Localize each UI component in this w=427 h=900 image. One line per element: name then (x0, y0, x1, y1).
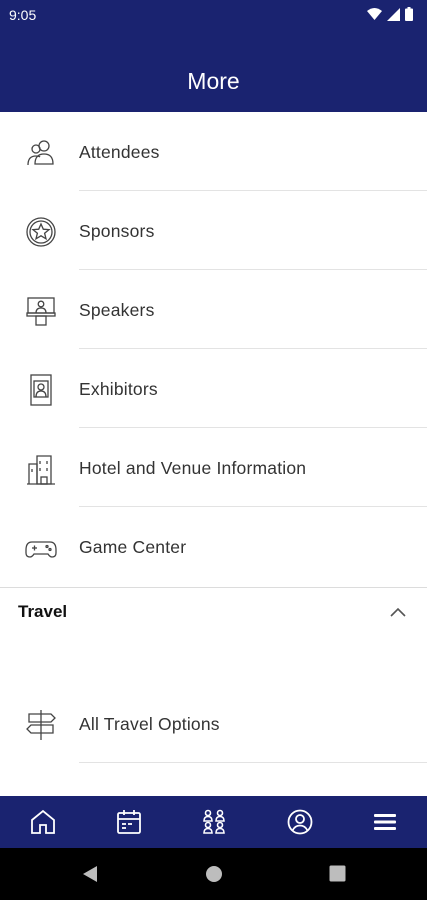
menu-item-game-center[interactable]: Game Center (0, 507, 427, 586)
more-menu-list[interactable]: Attendees Sponsors Speakers Exhibitors H… (0, 112, 427, 796)
nav-more[interactable] (371, 808, 399, 836)
status-bar: 9:05 (0, 0, 427, 30)
bottom-nav (0, 796, 427, 848)
chevron-up-icon[interactable] (389, 604, 407, 622)
home-icon (31, 809, 55, 834)
menu-item-sponsors[interactable]: Sponsors (0, 191, 427, 270)
menu-item-label: Sponsors (79, 221, 155, 241)
calendar-icon (117, 810, 141, 834)
app-header: More (0, 30, 427, 112)
status-time: 9:05 (9, 7, 37, 23)
signpost-icon (24, 708, 58, 742)
status-icons (367, 7, 413, 21)
signal-icon (387, 7, 400, 21)
nav-home[interactable] (29, 808, 57, 836)
menu-item-label: Hotel and Venue Information (79, 458, 307, 478)
battery-icon (405, 7, 413, 21)
menu-item-label: Exhibitors (79, 379, 158, 399)
star-badge-icon (24, 215, 58, 249)
wifi-icon (367, 8, 382, 20)
nav-profile[interactable] (286, 808, 314, 836)
system-nav-bar (0, 848, 427, 900)
back-icon[interactable] (82, 865, 98, 883)
menu-item-hotel-venue[interactable]: Hotel and Venue Information (0, 428, 427, 507)
menu-item-exhibitors[interactable]: Exhibitors (0, 349, 427, 428)
menu-item-label: Speakers (79, 300, 155, 320)
profile-icon (287, 809, 313, 835)
exhibitor-badge-icon (24, 373, 58, 407)
page-title: More (187, 68, 240, 94)
menu-item-attendees[interactable]: Attendees (0, 112, 427, 191)
podium-icon (24, 294, 58, 328)
menu-item-label: Game Center (79, 537, 187, 557)
menu-item-label: Attendees (79, 142, 160, 162)
menu-item-partial[interactable] (0, 763, 427, 796)
menu-item-all-travel-options[interactable]: All Travel Options (0, 684, 427, 763)
menu-item-label: All Travel Options (79, 714, 220, 734)
nav-people[interactable] (200, 808, 228, 836)
menu-item-speakers[interactable]: Speakers (0, 270, 427, 349)
travel-section-header[interactable]: Travel (0, 588, 427, 638)
attendees-icon (24, 136, 58, 170)
home-button-icon[interactable] (205, 865, 223, 883)
building-icon (24, 452, 58, 486)
gamepad-icon (24, 531, 58, 565)
menu-icon (374, 814, 396, 830)
recents-icon[interactable] (329, 865, 346, 882)
nav-agenda[interactable] (115, 808, 143, 836)
people-icon (203, 809, 225, 834)
travel-item-icon (24, 787, 58, 796)
section-title: Travel (18, 602, 68, 621)
